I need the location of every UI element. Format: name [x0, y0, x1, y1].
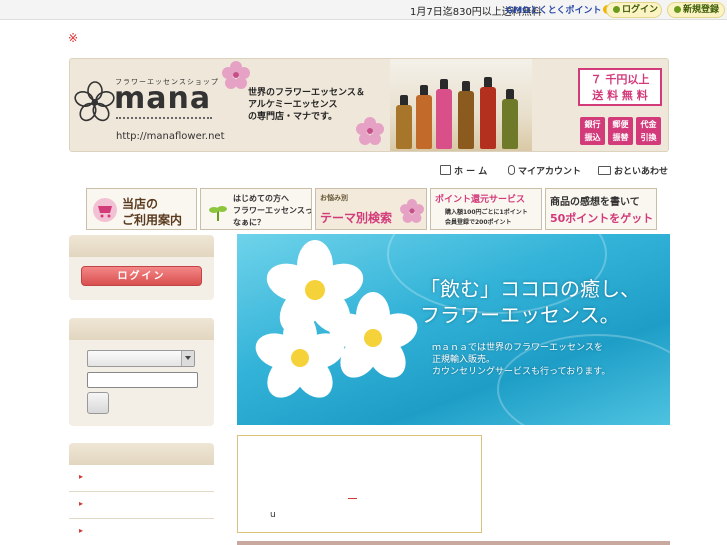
- category-select[interactable]: [87, 350, 195, 367]
- guide-label-1: 当店の: [122, 197, 159, 211]
- nav-home-link[interactable]: ホ ー ム: [440, 164, 487, 178]
- category-menu-item[interactable]: [69, 465, 214, 492]
- info-text: u: [270, 510, 276, 520]
- tagline-line-2: アルケミーエッセンス: [248, 100, 338, 110]
- nav-contact-link[interactable]: おといあわせ: [598, 164, 668, 178]
- person-icon: [508, 165, 515, 175]
- search-button[interactable]: [87, 392, 109, 414]
- point-label-2: 購入額100円ごとに1ポイント: [445, 209, 528, 216]
- point-label-3: 会員登録で200ポイント: [445, 219, 512, 226]
- bottom-image-strip: [237, 541, 670, 545]
- category-menu-header: [69, 443, 214, 465]
- nav-home-label: ホ ー ム: [454, 167, 488, 177]
- category-menu-item[interactable]: [69, 519, 214, 545]
- theme-label-1: お悩み別: [320, 194, 348, 202]
- pink-flower-icon: [356, 117, 384, 145]
- review-points-button[interactable]: 商品の感想を書いて 50ポイントをゲット: [545, 188, 657, 230]
- info-box: u: [237, 435, 482, 533]
- gmo-point-link[interactable]: GMOとくとくポイント: [506, 3, 613, 16]
- beginners-label-1: はじめての方へ: [233, 194, 289, 203]
- header-banner[interactable]: フラワーエッセンスショップ mana http://manaflower.net…: [69, 58, 669, 152]
- hero-headline: 「飲む」ココロの癒し、 フラワーエッセンス。: [420, 276, 640, 328]
- bullet-icon: [613, 6, 620, 13]
- free-shipping-badge: ７ 千円以上 送 料 無 料: [578, 68, 662, 106]
- plumeria-logo-icon: [74, 81, 115, 122]
- payment-postal-badge: 郵便 振替: [608, 117, 633, 145]
- hero-sub-2: 正規輸入販売。: [432, 355, 496, 365]
- payment-bank-badge: 銀行 振込: [580, 117, 605, 145]
- pink-flower-icon: [222, 61, 250, 89]
- pay-label: 振替: [612, 133, 629, 142]
- beginners-button[interactable]: はじめての方へ フラワーエッセンスって なぁに？: [200, 188, 312, 230]
- gmo-point-label: GMOとくとくポイント: [506, 6, 602, 16]
- top-login-label: ログイン: [622, 5, 659, 15]
- pay-label: 郵便: [612, 120, 629, 129]
- top-register-label: 新規登録: [683, 5, 720, 15]
- essence-bottles-image: [390, 59, 532, 151]
- pay-label: 銀行: [584, 120, 601, 129]
- hero-sub-3: カウンセリングサービスも行っております。: [432, 367, 611, 377]
- login-box-header: [69, 235, 214, 257]
- guide-button[interactable]: 当店の ご利用案内: [86, 188, 197, 230]
- pay-label: 引換: [640, 133, 657, 142]
- shipping-line-2: 送 料 無 料: [592, 89, 648, 102]
- search-input[interactable]: [87, 372, 198, 388]
- top-bar: 1月7日迄830円以上送料無料 GMOとくとくポイント ログイン 新規登録: [0, 0, 727, 20]
- bottle-image: [458, 81, 474, 149]
- payment-cod-badge: 代金 引換: [636, 117, 661, 145]
- point-service-button[interactable]: ポイント還元サービス 購入額100円ごとに1ポイント 会員登録で200ポイント: [430, 188, 542, 230]
- shipping-line-1: ７ 千円以上: [590, 73, 650, 86]
- tagline-line-1: 世界のフラワーエッセンス＆: [248, 88, 365, 98]
- plumeria-flowers-image: [255, 240, 418, 398]
- cart-icon: [93, 198, 117, 222]
- top-register-button[interactable]: 新規登録: [667, 2, 725, 18]
- nav-account-link[interactable]: マイアカウント: [508, 164, 581, 178]
- mail-icon: [598, 166, 611, 175]
- login-box: ログイン: [69, 235, 214, 300]
- nav-account-label: マイアカウント: [518, 167, 582, 177]
- theme-search-button[interactable]: お悩み別 テーマ別検索: [315, 188, 427, 230]
- hero-banner[interactable]: 「飲む」ココロの癒し、 フラワーエッセンス。 ｍａｎａでは世界のフラワーエッセン…: [237, 234, 670, 425]
- bottle-image: [502, 89, 518, 149]
- bottle-image: [416, 85, 432, 149]
- beginners-label-2: フラワーエッセンスって: [233, 206, 312, 215]
- bullet-icon: [674, 6, 681, 13]
- logo-divider: [116, 117, 212, 119]
- hero-headline-2: フラワーエッセンス。: [420, 303, 620, 327]
- pay-label: 振込: [584, 133, 601, 142]
- search-box-header: [69, 318, 214, 340]
- marker-asterisk: ※: [68, 31, 79, 45]
- brand-logo: mana: [114, 81, 212, 116]
- red-dash: [348, 498, 357, 499]
- bottle-image: [436, 79, 452, 149]
- category-menu: [69, 443, 214, 545]
- hero-sub-1: ｍａｎａでは世界のフラワーエッセンスを: [432, 343, 603, 353]
- review-label-1: 商品の感想を書いて: [550, 197, 640, 208]
- hero-subtext: ｍａｎａでは世界のフラワーエッセンスを 正規輸入販売。 カウンセリングサービスも…: [432, 342, 610, 378]
- search-box: [69, 318, 214, 426]
- chevron-down-icon: [181, 351, 194, 366]
- login-button[interactable]: ログイン: [81, 266, 202, 286]
- beginners-label-3: なぁに？: [233, 218, 265, 227]
- top-login-button[interactable]: ログイン: [606, 2, 662, 18]
- category-menu-item[interactable]: [69, 492, 214, 519]
- nav-contact-label: おといあわせ: [614, 167, 669, 177]
- pink-flower-icon: [400, 199, 424, 223]
- site-url: http://manaflower.net: [116, 131, 225, 142]
- guide-label-2: ご利用案内: [122, 213, 183, 227]
- home-icon: [440, 165, 451, 175]
- bottle-image: [480, 77, 496, 149]
- point-label-1: ポイント還元サービス: [435, 195, 526, 205]
- bottle-image: [396, 95, 412, 149]
- theme-label-2: テーマ別検索: [320, 211, 393, 225]
- review-label-2: 50ポイントをゲット: [550, 212, 654, 225]
- pay-label: 代金: [640, 120, 657, 129]
- hero-headline-1: 「飲む」ココロの癒し、: [420, 277, 640, 301]
- sprout-icon: [209, 206, 227, 221]
